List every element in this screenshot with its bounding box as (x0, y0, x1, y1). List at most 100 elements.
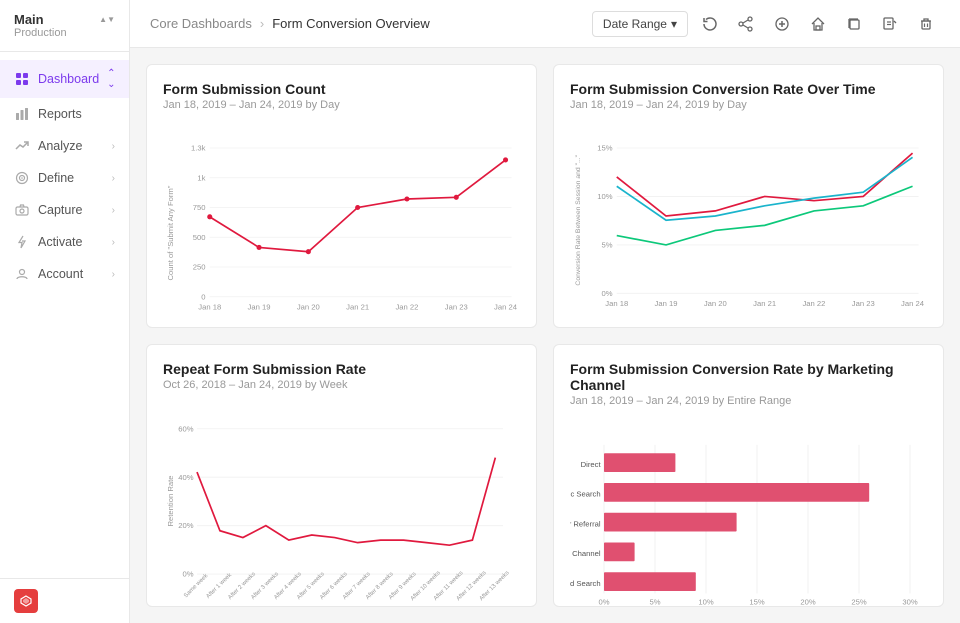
charts-grid: Form Submission Count Jan 18, 2019 – Jan… (130, 48, 960, 623)
sidebar-item-activate[interactable]: Activate › (0, 226, 129, 258)
svg-text:750: 750 (193, 203, 206, 212)
sidebar-item-dashboard[interactable]: Dashboard ⌃⌄ (0, 60, 129, 98)
svg-text:0: 0 (201, 292, 205, 301)
breadcrumb-current: Form Conversion Overview (272, 16, 430, 31)
svg-text:1k: 1k (197, 173, 205, 182)
chart-title: Form Submission Conversion Rate by Marke… (570, 361, 927, 393)
svg-text:15%: 15% (749, 597, 764, 606)
svg-text:Direct: Direct (581, 459, 602, 468)
sidebar-bottom (0, 578, 129, 623)
svg-text:Conversion Rate Between Sessio: Conversion Rate Between Session and "...… (575, 154, 582, 285)
svg-text:Jan 22: Jan 22 (802, 299, 825, 308)
delete-button[interactable] (912, 10, 940, 38)
svg-text:Jan 18: Jan 18 (198, 303, 221, 312)
sidebar-item-label: Account (38, 267, 104, 281)
svg-text:Jan 22: Jan 22 (395, 303, 418, 312)
svg-text:Count of "Submit Any Form": Count of "Submit Any Form" (166, 185, 175, 280)
svg-text:15%: 15% (597, 144, 612, 153)
svg-text:Jan 19: Jan 19 (248, 303, 271, 312)
target-icon (14, 170, 30, 186)
svg-text:Jan 18: Jan 18 (605, 299, 628, 308)
svg-text:30%: 30% (902, 597, 917, 606)
breadcrumb: Core Dashboards › Form Conversion Overvi… (150, 16, 430, 31)
chart-title: Form Submission Conversion Rate Over Tim… (570, 81, 927, 97)
svg-text:Jan 24: Jan 24 (901, 299, 925, 308)
svg-text:5%: 5% (649, 597, 660, 606)
sidebar-expand-icon[interactable]: ▲▼ (99, 16, 115, 24)
svg-text:250: 250 (193, 263, 206, 272)
sidebar-main-label: Main (14, 12, 44, 27)
page-header: Core Dashboards › Form Conversion Overvi… (130, 0, 960, 48)
chart-submission-count: Form Submission Count Jan 18, 2019 – Jan… (146, 64, 537, 328)
sidebar-item-analyze[interactable]: Analyze › (0, 130, 129, 162)
chart-area: 0% 5% 10% 15% 20% 25% 30% Conversion Rat… (570, 419, 927, 608)
svg-text:0%: 0% (598, 597, 609, 606)
svg-text:Other Referral: Other Referral (570, 519, 601, 528)
share-button[interactable] (732, 10, 760, 38)
sidebar-item-reports[interactable]: Reports (0, 98, 129, 130)
svg-text:1.3k: 1.3k (191, 144, 206, 153)
chart-conversion-time: Form Submission Conversion Rate Over Tim… (553, 64, 944, 328)
svg-text:Unknown Channel: Unknown Channel (570, 549, 601, 558)
chart-area: Conversion Rate Between Session and "...… (570, 123, 927, 328)
main-content: Core Dashboards › Form Conversion Overvi… (130, 0, 960, 623)
app-logo (14, 589, 38, 613)
chart-repeat-submission: Repeat Form Submission Rate Oct 26, 2018… (146, 344, 537, 608)
svg-text:Retention Rate: Retention Rate (166, 475, 175, 526)
grid-icon (14, 71, 30, 87)
duplicate-button[interactable] (840, 10, 868, 38)
svg-text:Jan 20: Jan 20 (704, 299, 727, 308)
svg-text:20%: 20% (800, 597, 815, 606)
chart-title: Repeat Form Submission Rate (163, 361, 520, 377)
sidebar-nav: Dashboard ⌃⌄ Reports Analyze › Define › (0, 52, 129, 578)
sidebar-item-label: Dashboard (38, 72, 99, 86)
zap-icon (14, 234, 30, 250)
chart-subtitle: Jan 18, 2019 – Jan 24, 2019 by Day (163, 99, 520, 111)
sidebar-item-define[interactable]: Define › (0, 162, 129, 194)
svg-text:Jan 21: Jan 21 (346, 303, 369, 312)
breadcrumb-separator: › (260, 16, 264, 31)
chart-title: Form Submission Count (163, 81, 520, 97)
chevron-right-icon: › (112, 237, 115, 248)
home-button[interactable] (804, 10, 832, 38)
chart-area: Retention Rate 60% 40% 20% 0% Same week (163, 403, 520, 608)
svg-text:60%: 60% (178, 424, 193, 433)
breadcrumb-parent[interactable]: Core Dashboards (150, 16, 252, 31)
user-icon (14, 266, 30, 282)
svg-text:Jan 20: Jan 20 (297, 303, 320, 312)
sidebar-sub-label: Production (14, 27, 115, 39)
svg-text:Paid Search: Paid Search (570, 578, 601, 587)
svg-text:Jan 23: Jan 23 (445, 303, 468, 312)
svg-text:Jan 23: Jan 23 (852, 299, 875, 308)
bar-chart-icon (14, 106, 30, 122)
sidebar-item-label: Activate (38, 235, 104, 249)
chart-subtitle: Jan 18, 2019 – Jan 24, 2019 by Entire Ra… (570, 395, 927, 407)
svg-text:40%: 40% (178, 472, 193, 481)
svg-text:0%: 0% (601, 289, 612, 298)
chevron-right-icon: › (112, 141, 115, 152)
svg-text:20%: 20% (178, 521, 193, 530)
sidebar-item-label: Define (38, 171, 104, 185)
sidebar-item-label: Capture (38, 203, 104, 217)
svg-text:5%: 5% (601, 240, 612, 249)
svg-text:500: 500 (193, 233, 206, 242)
sidebar-header: Main ▲▼ Production (0, 0, 129, 52)
chevron-right-icon: › (112, 173, 115, 184)
chevron-down-icon: ▾ (671, 17, 677, 31)
camera-icon (14, 202, 30, 218)
chart-subtitle: Oct 26, 2018 – Jan 24, 2019 by Week (163, 379, 520, 391)
svg-text:0%: 0% (183, 569, 194, 578)
svg-text:Organic Search: Organic Search (570, 489, 601, 498)
date-range-button[interactable]: Date Range ▾ (592, 11, 688, 37)
sidebar-item-account[interactable]: Account › (0, 258, 129, 290)
add-button[interactable] (768, 10, 796, 38)
chevron-right-icon: › (112, 205, 115, 216)
edit-button[interactable] (876, 10, 904, 38)
chevron-right-icon: › (112, 269, 115, 280)
chart-area: Count of "Submit Any Form" 1.3k 1k 750 5… (163, 123, 520, 328)
sidebar: Main ▲▼ Production Dashboard ⌃⌄ Reports … (0, 0, 130, 623)
sidebar-item-capture[interactable]: Capture › (0, 194, 129, 226)
refresh-button[interactable] (696, 10, 724, 38)
svg-text:10%: 10% (698, 597, 713, 606)
svg-text:Jan 21: Jan 21 (753, 299, 776, 308)
